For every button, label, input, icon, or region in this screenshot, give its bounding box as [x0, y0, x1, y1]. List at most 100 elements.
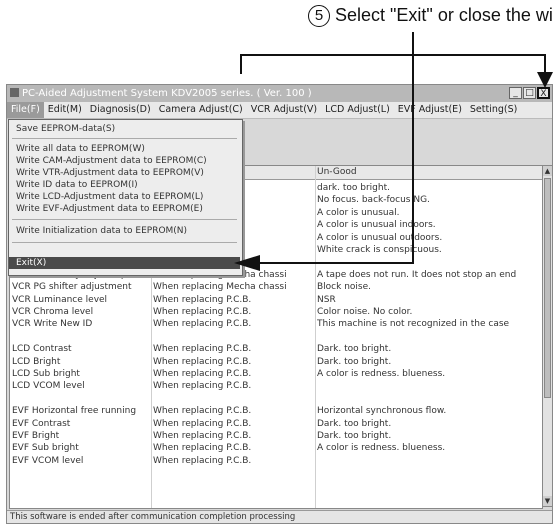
menu-item-write-lcd[interactable]: Write LCD-Adjustment data to EEPROM(L) [9, 191, 240, 203]
item-cell: EVF Contrast [12, 418, 71, 429]
status-bar: This software is ended after communicati… [7, 510, 552, 523]
ungood-cell: Dark. too bright. [317, 431, 392, 441]
ungood-cell: Horizontal synchronous flow. [317, 406, 447, 417]
scroll-thumb[interactable] [544, 178, 551, 398]
menu-item-write-all[interactable]: Write all data to EEPROM(W) [9, 143, 240, 155]
ungood-cell: NSR [317, 294, 336, 305]
ungood-cell: Dark. too bright. [317, 418, 392, 429]
menu-item-write-id[interactable]: Write ID data to EEPROM(I) [9, 179, 240, 191]
menu-item-write-init[interactable]: Write Initialization data to EEPROM(N) [9, 225, 240, 237]
window-title: PC-Aided Adjustment System KDV2005 serie… [22, 88, 312, 99]
condition-cell: When replacing P.C.B. [153, 356, 252, 367]
table-row[interactable]: LCD VCOM level When replacing P.C.B. [10, 380, 542, 392]
menu-item-exit[interactable]: Exit(X) [9, 257, 240, 269]
menu-separator [12, 219, 237, 220]
menu-evf-adjust[interactable]: EVF Adjust(E) [394, 102, 466, 118]
item-cell: EVF Sub bright [12, 443, 79, 454]
annotation-callout: 5 Select "Exit" or close the wi [308, 5, 553, 27]
item-cell: EVF Bright [12, 431, 60, 441]
condition-cell: When replacing P.C.B. [153, 443, 252, 454]
item-cell: LCD Sub bright [12, 369, 80, 379]
annotation-line-left-drop [240, 54, 242, 74]
ungood-cell: White crack is conspicuous. [317, 245, 442, 255]
condition-cell: When replacing P.C.B. [153, 431, 252, 441]
item-cell: LCD VCOM level [12, 381, 85, 392]
table-row[interactable]: EVF VCOM level When replacing P.C.B. [10, 455, 542, 467]
table-row[interactable] [10, 393, 542, 405]
menu-item-write-cam[interactable]: Write CAM-Adjustment data to EEPROM(C) [9, 155, 240, 167]
table-row[interactable]: EVF Sub bright When replacing P.C.B. A col… [10, 442, 542, 454]
item-cell: LCD Contrast [12, 344, 72, 355]
file-menu-dropdown: Save EEPROM-data(S) Write all data to EE… [8, 119, 243, 276]
table-row[interactable]: VCR Luminance level When replacing P.C.B.… [10, 294, 542, 306]
scroll-down-icon[interactable]: ▼ [543, 496, 552, 506]
ungood-cell: Block noise. [317, 282, 371, 293]
ungood-cell: A tape does not run. It does not stop an… [317, 269, 517, 280]
header-ungood: Un-Good [317, 167, 357, 177]
ungood-cell: Color noise. No color. [317, 307, 413, 317]
table-row[interactable]: EVF Bright When replacing P.C.B. Dark. too… [10, 430, 542, 442]
condition-cell: When replacing P.C.B. [153, 294, 252, 305]
menu-bar: File(F) Edit(M) Diagnosis(D) Camera Adjust(… [7, 102, 552, 119]
menu-separator [12, 242, 237, 243]
annotation-line-vertical [412, 32, 414, 54]
menu-setting[interactable]: Setting(S) [466, 102, 521, 118]
item-cell: LCD Bright [12, 356, 61, 367]
menu-separator [12, 138, 237, 139]
table-row[interactable]: LCD Sub bright When replacing P.C.B. A col… [10, 368, 542, 380]
minimize-button[interactable]: _ [509, 87, 522, 99]
item-cell: EVF Horizontal free running [12, 406, 137, 417]
close-arrow-icon [537, 72, 553, 88]
menu-edit[interactable]: Edit(M) [44, 102, 86, 118]
menu-item-write-evf[interactable]: Write EVF-Adjustment data to EEPROM(E) [9, 203, 240, 215]
menu-lcd-adjust[interactable]: LCD Adjust(L) [321, 102, 394, 118]
condition-cell: When replacing P.C.B. [153, 381, 252, 392]
exit-pointer-line-drop [412, 56, 414, 264]
ungood-cell: A color is unusual outdoors. [317, 232, 443, 243]
vertical-scrollbar[interactable]: ▲ ▼ [542, 165, 553, 507]
item-cell: VCR Chroma level [12, 307, 94, 317]
condition-cell: When replacing P.C.B. [153, 406, 252, 417]
step-number: 5 [308, 5, 330, 27]
menu-item-save-eeprom[interactable]: Save EEPROM-data(S) [9, 123, 240, 135]
condition-cell: When replacing Mecha chassi [153, 282, 287, 293]
ungood-cell: A color is unusual. [317, 207, 400, 218]
app-icon [10, 88, 19, 97]
table-row[interactable]: VCR Write New ID When replacing P.C.B. Thi… [10, 318, 542, 330]
ungood-cell: A color is redness. blueness. [317, 443, 446, 454]
ungood-cell: A color is unusual indoors. [317, 220, 436, 231]
annotation-text: Select "Exit" or close the wi [335, 5, 553, 25]
item-cell: VCR PG shifter adjustment [12, 282, 132, 293]
table-row[interactable]: EVF Horizontal free running When replacin… [10, 405, 542, 417]
table-row[interactable]: VCR PG shifter adjustment When replacing … [10, 281, 542, 293]
annotation-line-horizontal [240, 54, 546, 56]
ungood-cell: This machine is not recognized in the ca… [317, 319, 510, 330]
table-row[interactable]: VCR Chroma level When replacing P.C.B. Col… [10, 306, 542, 318]
menu-camera-adjust[interactable]: Camera Adjust(C) [155, 102, 247, 118]
menu-diagnosis[interactable]: Diagnosis(D) [86, 102, 155, 118]
condition-cell: When replacing P.C.B. [153, 369, 252, 379]
menu-file[interactable]: File(F) [7, 102, 44, 118]
table-row[interactable]: EVF Contrast When replacing P.C.B. Dark. t… [10, 418, 542, 430]
ungood-cell: Dark. too bright. [317, 356, 392, 367]
menu-item-write-vtr[interactable]: Write VTR-Adjustment data to EEPROM(V) [9, 167, 240, 179]
condition-cell: When replacing P.C.B. [153, 344, 252, 355]
condition-cell: When replacing P.C.B. [153, 418, 252, 429]
table-row[interactable] [10, 331, 542, 343]
item-cell: VCR Luminance level [12, 294, 108, 305]
ungood-cell: Dark. too bright. [317, 344, 392, 355]
item-cell: EVF VCOM level [12, 455, 84, 466]
table-row[interactable]: LCD Bright When replacing P.C.B. Dark. too… [10, 356, 542, 368]
close-button[interactable]: X [537, 87, 550, 99]
table-row[interactable]: LCD Contrast When replacing P.C.B. Dark. t… [10, 343, 542, 355]
condition-cell: When replacing P.C.B. [153, 455, 252, 466]
ungood-cell: A color is redness. blueness. [317, 369, 446, 379]
exit-pointer-line [258, 262, 413, 264]
maximize-button[interactable]: □ [523, 87, 536, 99]
ungood-cell: dark. too bright. [317, 183, 390, 193]
title-bar[interactable]: PC-Aided Adjustment System KDV2005 serie… [7, 85, 552, 102]
menu-vcr-adjust[interactable]: VCR Adjust(V) [247, 102, 321, 118]
ungood-cell: No focus. back-focus NG. [317, 195, 430, 206]
scroll-up-icon[interactable]: ▲ [543, 166, 552, 176]
item-cell: VCR Write New ID [12, 319, 93, 330]
